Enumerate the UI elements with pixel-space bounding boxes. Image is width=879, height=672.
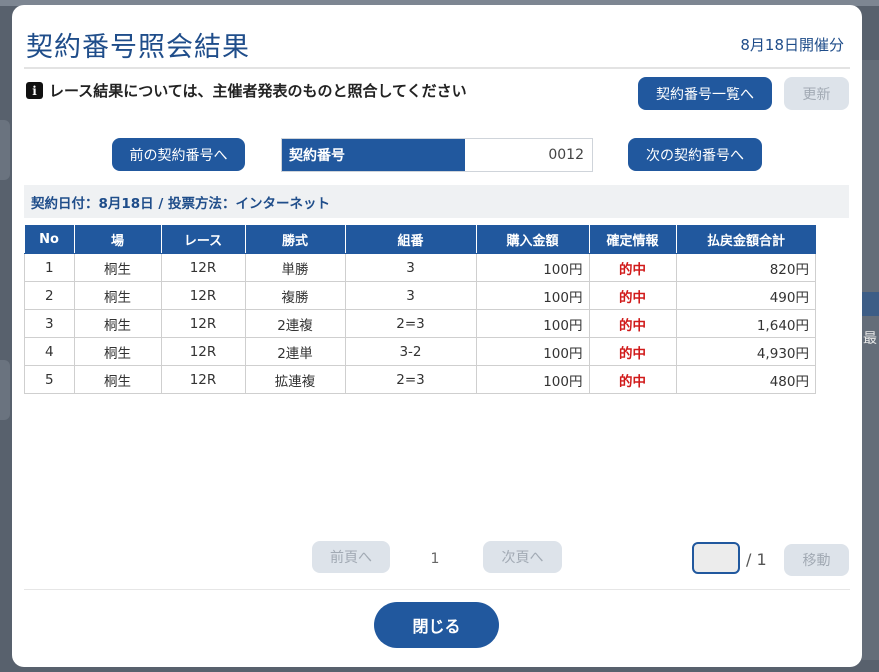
cell-venue: 桐生: [73, 337, 162, 366]
total-pages: / 1: [746, 550, 767, 569]
move-button[interactable]: 移動: [784, 544, 849, 576]
cell-no: 4: [24, 337, 75, 366]
cell-race: 12R: [160, 309, 246, 338]
cell-venue: 桐生: [73, 253, 162, 282]
page-number-input[interactable]: [692, 542, 740, 574]
table-row: 4 桐生 12R 2連単 3-2 100円 的中 4,930円: [24, 337, 816, 366]
table-row: 5 桐生 12R 拡連複 2=3 100円 的中 480円: [24, 365, 816, 394]
contract-list-button[interactable]: 契約番号一覧へ: [638, 77, 772, 110]
cell-race: 12R: [160, 365, 246, 394]
cell-payout-total: 490円: [675, 281, 816, 310]
cell-payout-total: 820円: [675, 253, 816, 282]
cell-status: 的中: [588, 309, 677, 338]
title-divider: [24, 67, 850, 69]
cell-no: 1: [24, 253, 75, 282]
cell-combination: 2=3: [344, 365, 477, 394]
cell-status: 的中: [588, 281, 677, 310]
cell-bet-type: 2連複: [244, 309, 346, 338]
column-header: 組番: [345, 225, 477, 254]
cell-venue: 桐生: [73, 309, 162, 338]
info-icon: i: [26, 82, 43, 99]
cell-race: 12R: [160, 337, 246, 366]
cell-purchase-amount: 100円: [475, 253, 590, 282]
cell-bet-type: 2連単: [244, 337, 346, 366]
column-header: レース: [161, 225, 246, 254]
cell-payout-total: 4,930円: [675, 337, 816, 366]
next-page-button[interactable]: 次頁へ: [483, 541, 562, 573]
column-header: 場: [74, 225, 162, 254]
cell-race: 12R: [160, 281, 246, 310]
race-date-label: 8月18日開催分: [740, 36, 844, 54]
cell-status: 的中: [588, 253, 677, 282]
table-header-row: No 場 レース 勝式 組番 購入金額 確定情報 払戻金額合計: [24, 225, 816, 254]
table-row: 2 桐生 12R 複勝 3 100円 的中 490円: [24, 281, 816, 310]
cell-bet-type: 単勝: [244, 253, 346, 282]
contract-number-value: 0012: [465, 139, 592, 171]
cell-no: 3: [24, 309, 75, 338]
cell-status: 的中: [588, 365, 677, 394]
cell-bet-type: 拡連複: [244, 365, 346, 394]
cell-payout-total: 1,640円: [675, 309, 816, 338]
table-row: 1 桐生 12R 単勝 3 100円 的中 820円: [24, 253, 816, 282]
background-tab: [862, 292, 879, 316]
refresh-button[interactable]: 更新: [784, 77, 849, 110]
contract-meta: 契約日付：8月18日 / 投票方法：インターネット: [24, 185, 849, 218]
cell-combination: 3: [344, 253, 477, 282]
cell-no: 2: [24, 281, 75, 310]
cell-payout-total: 480円: [675, 365, 816, 394]
current-page-number: 1: [430, 551, 440, 567]
prev-contract-button[interactable]: 前の契約番号へ: [112, 138, 245, 171]
cell-purchase-amount: 100円: [475, 365, 590, 394]
cell-venue: 桐生: [73, 281, 162, 310]
column-header: 払戻金額合計: [676, 225, 816, 254]
cell-no: 5: [24, 365, 75, 394]
cell-purchase-amount: 100円: [475, 281, 590, 310]
background-card: [0, 360, 10, 420]
close-button[interactable]: 閉じる: [374, 602, 499, 648]
column-header: 購入金額: [476, 225, 590, 254]
cell-combination: 3-2: [344, 337, 477, 366]
notice: i レース結果については、主催者発表のものと照合してください: [26, 80, 467, 101]
prev-page-button[interactable]: 前頁へ: [312, 541, 390, 573]
cell-combination: 2=3: [344, 309, 477, 338]
next-contract-button[interactable]: 次の契約番号へ: [628, 138, 762, 171]
background-card: [0, 120, 10, 180]
cell-combination: 3: [344, 281, 477, 310]
contract-number-field: 契約番号 0012: [281, 138, 593, 172]
column-header: 勝式: [245, 225, 346, 254]
cell-purchase-amount: 100円: [475, 337, 590, 366]
cell-venue: 桐生: [73, 365, 162, 394]
column-header: No: [24, 225, 75, 254]
contract-inquiry-dialog: 契約番号照会結果 8月18日開催分 i レース結果については、主催者発表のものと…: [12, 5, 862, 667]
results-table: No 場 レース 勝式 組番 購入金額 確定情報 払戻金額合計 1 桐生 12R…: [24, 225, 816, 394]
cell-purchase-amount: 100円: [475, 309, 590, 338]
contract-number-label: 契約番号: [282, 139, 465, 171]
table-row: 3 桐生 12R 2連複 2=3 100円 的中 1,640円: [24, 309, 816, 338]
notice-text: レース結果については、主催者発表のものと照合してください: [49, 82, 467, 100]
cell-race: 12R: [160, 253, 246, 282]
column-header: 確定情報: [589, 225, 677, 254]
background-side-text: 最: [863, 331, 877, 347]
cell-bet-type: 複勝: [244, 281, 346, 310]
cell-status: 的中: [588, 337, 677, 366]
background-right-edge: 最: [862, 60, 879, 660]
footer-divider: [24, 589, 850, 590]
dialog-title: 契約番号照会結果: [26, 32, 250, 63]
